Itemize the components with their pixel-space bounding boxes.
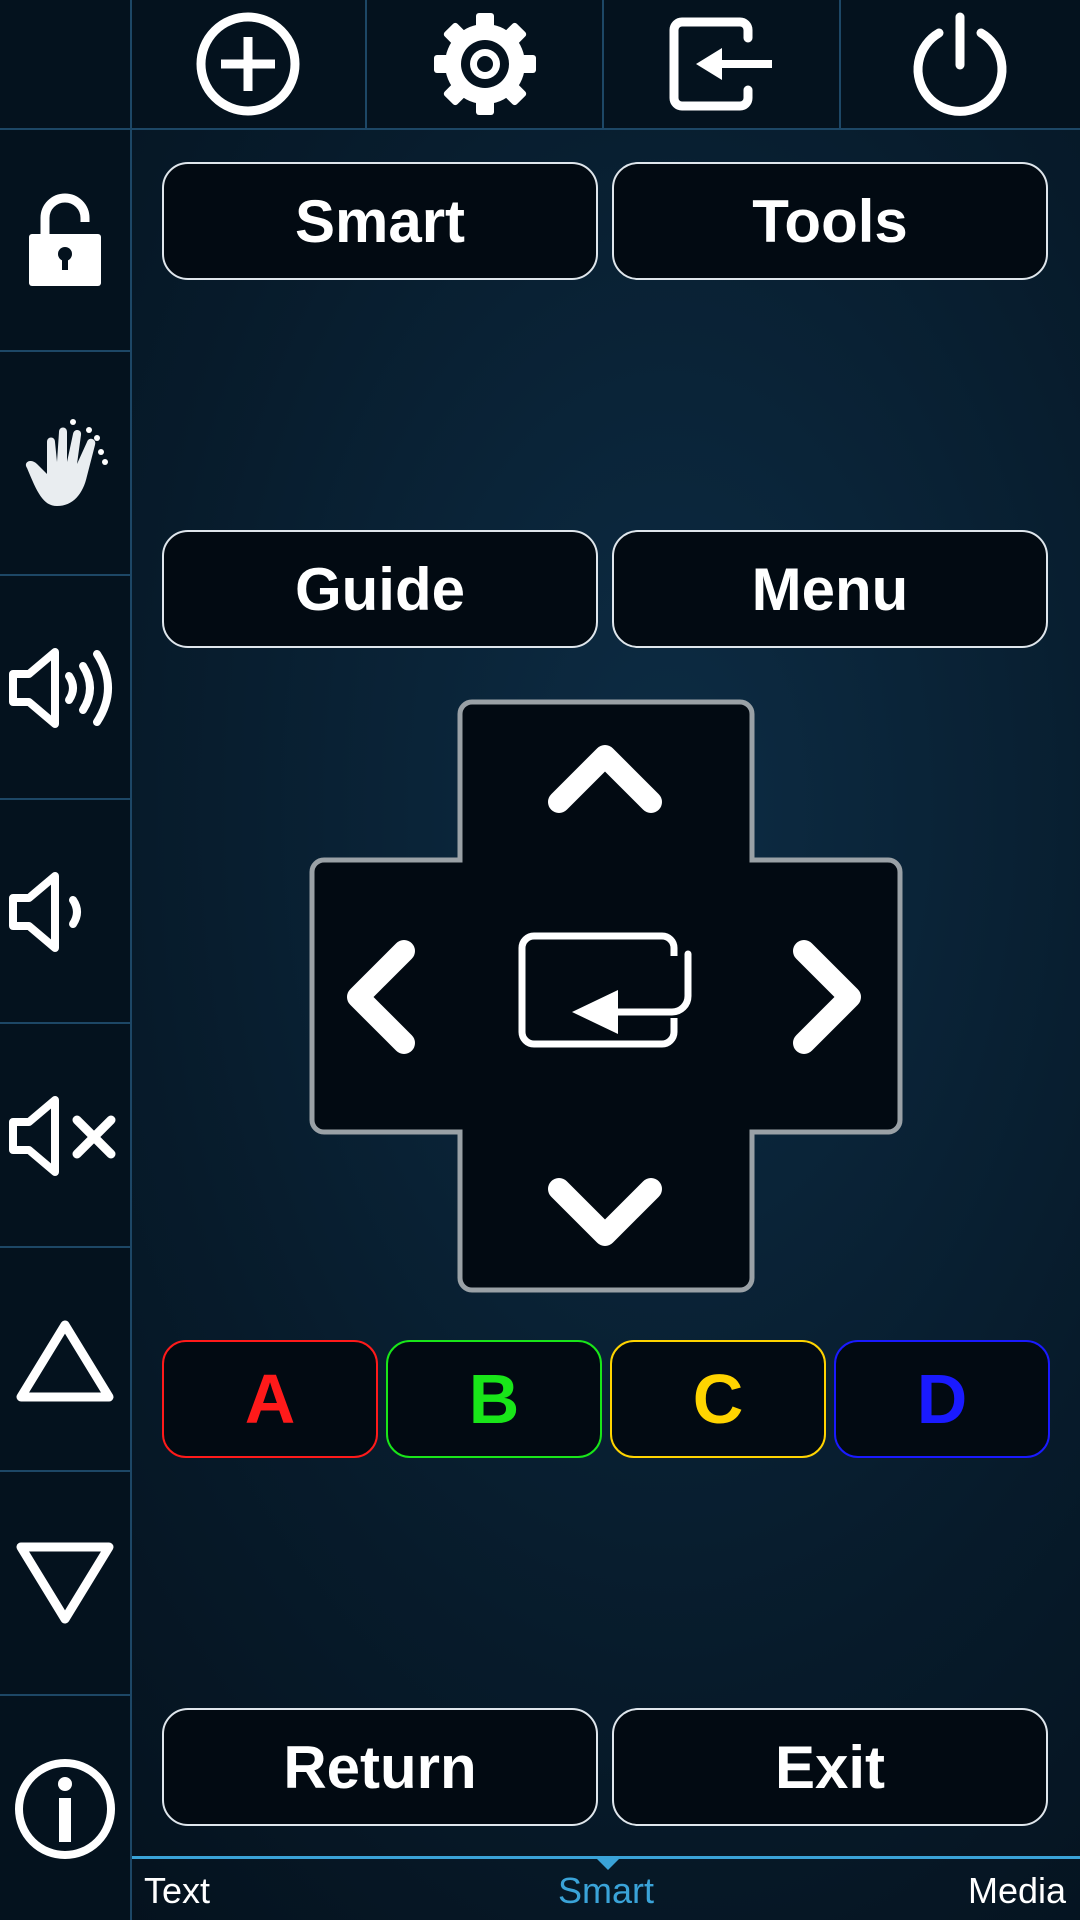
dpad-left-button[interactable] (312, 862, 452, 1132)
tab-text[interactable]: Text (144, 1866, 210, 1916)
volume-up-icon (9, 648, 112, 728)
mute-icon (9, 1096, 116, 1176)
volume-down-icon (9, 872, 81, 952)
add-button[interactable] (130, 0, 367, 128)
tab-media[interactable]: Media (968, 1866, 1066, 1916)
channel-up-icon (16, 1320, 114, 1402)
lock-icon (29, 193, 101, 286)
guide-button[interactable]: Guide (162, 530, 598, 648)
volume-down-button[interactable] (0, 802, 130, 1024)
tab-smart[interactable]: Smart (558, 1866, 654, 1916)
smart-button[interactable]: Smart (162, 162, 598, 280)
hand-gesture-icon (25, 419, 108, 506)
dpad-up-button[interactable] (470, 700, 740, 860)
chevron-left-icon (347, 940, 415, 1054)
info-icon (15, 1759, 115, 1859)
menu-button[interactable]: Menu (612, 530, 1048, 648)
dpad-enter-button[interactable] (510, 920, 710, 1060)
color-button-c[interactable]: C (610, 1340, 826, 1458)
chevron-down-icon (548, 1178, 662, 1246)
chevron-up-icon (548, 745, 662, 813)
chevron-right-icon (793, 940, 861, 1054)
dpad-down-button[interactable] (470, 1136, 740, 1286)
top-bar-corner (0, 0, 132, 128)
tools-button[interactable]: Tools (612, 162, 1048, 280)
input-source-icon (669, 17, 772, 111)
dpad-right-button[interactable] (756, 862, 896, 1132)
exit-button[interactable]: Exit (612, 1708, 1048, 1826)
input-source-button[interactable] (604, 0, 841, 128)
channel-down-button[interactable] (0, 1474, 130, 1696)
power-button[interactable] (841, 0, 1078, 128)
side-bar (0, 130, 132, 1920)
channel-up-button[interactable] (0, 1250, 130, 1472)
channel-down-icon (16, 1542, 114, 1624)
info-button[interactable] (0, 1698, 130, 1920)
gesture-button[interactable] (0, 354, 130, 576)
power-icon (913, 12, 1006, 116)
plus-circle-icon (196, 12, 299, 116)
gear-icon (433, 13, 536, 115)
lock-button[interactable] (0, 130, 130, 352)
mute-button[interactable] (0, 1026, 130, 1248)
volume-up-button[interactable] (0, 578, 130, 800)
color-button-b[interactable]: B (386, 1340, 602, 1458)
return-button[interactable]: Return (162, 1708, 598, 1826)
enter-icon (518, 932, 692, 1048)
color-button-d[interactable]: D (834, 1340, 1050, 1458)
settings-button[interactable] (367, 0, 604, 128)
color-button-a[interactable]: A (162, 1340, 378, 1458)
top-bar (0, 0, 1080, 130)
